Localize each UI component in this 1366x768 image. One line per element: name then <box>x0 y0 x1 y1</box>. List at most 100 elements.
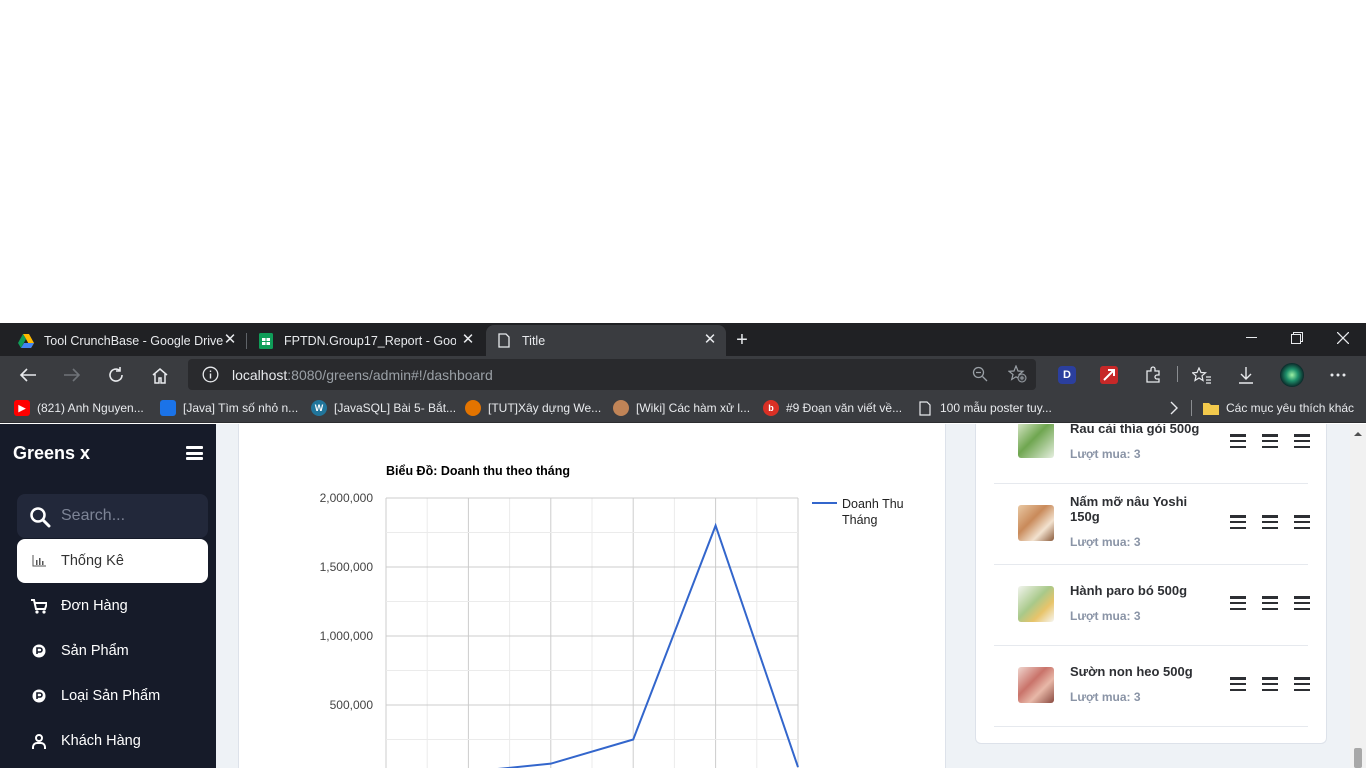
extension-d-icon[interactable]: D <box>1054 362 1080 388</box>
search-input[interactable] <box>61 506 201 526</box>
list-icon[interactable] <box>1294 596 1310 610</box>
sidebar-item-san-pham[interactable]: Sản Phẩm <box>17 629 208 673</box>
tab-title-active[interactable]: Title ✕ <box>486 325 726 356</box>
back-icon[interactable] <box>15 362 41 388</box>
list-icon[interactable] <box>1294 434 1310 448</box>
favorites-icon[interactable] <box>1189 362 1215 388</box>
product-name: Rau cải thìa gói 500g <box>1070 424 1200 436</box>
site-icon <box>465 400 481 416</box>
bookmarks-bar: ▶ (821) Anh Nguyen... [Java] Tìm số nhỏ … <box>0 393 1366 423</box>
list-icon[interactable] <box>1294 677 1310 691</box>
sidebar-item-label: Sản Phẩm <box>61 643 129 659</box>
list-icon[interactable] <box>1294 515 1310 529</box>
profile-avatar[interactable] <box>1279 362 1305 388</box>
tab-title: Tool CrunchBase - Google Drive <box>44 333 224 348</box>
bookmark-item[interactable]: [Wiki] Các hàm xử l... <box>613 399 750 417</box>
close-icon[interactable]: ✕ <box>702 332 718 348</box>
url-path: :8080/greens/admin#!/dashboard <box>287 367 493 383</box>
product-purchase-count: Lượt mua: 3 <box>1070 447 1141 461</box>
url-host: localhost <box>232 367 288 383</box>
product-thumbnail <box>1018 586 1054 622</box>
product-purchase-count: Lượt mua: 3 <box>1070 535 1141 549</box>
list-icon[interactable] <box>1262 596 1278 610</box>
list-icon[interactable] <box>1230 677 1246 691</box>
legend-label: Doanh Thu Tháng <box>842 497 904 527</box>
avatar-icon <box>613 400 629 416</box>
sidebar-item-don-hang[interactable]: Đơn Hàng <box>17 584 208 628</box>
bookmark-item[interactable]: 100 mẫu poster tuy... <box>917 399 1052 417</box>
product-purchase-count: Lượt mua: 3 <box>1070 609 1141 623</box>
extensions-puzzle-icon[interactable] <box>1140 362 1166 388</box>
product-name: Hành paro bó 500g <box>1070 583 1188 598</box>
forward-icon[interactable] <box>59 362 85 388</box>
scroll-up-icon[interactable] <box>1350 428 1366 440</box>
minimize-button[interactable] <box>1228 323 1274 353</box>
home-icon[interactable] <box>147 362 173 388</box>
google-drive-icon <box>18 333 34 349</box>
new-tab-button[interactable]: + <box>731 325 753 355</box>
revenue-chart-card: 2,000,000 1,500,000 1,000,000 500,000 Biểu Đ… <box>238 424 946 768</box>
product-icon <box>31 643 47 659</box>
top-products-card: Rau cải thìa gói 500g Lượt mua: 3 Nấm mỡ… <box>975 424 1327 744</box>
tab-sheets-report[interactable]: FPTDN.Group17_Report - Google ✕ <box>240 325 484 356</box>
address-bar[interactable]: localhost:8080/greens/admin#!/dashboard <box>188 359 1036 390</box>
bookmark-item[interactable]: [Java] Tìm số nhỏ n... <box>160 399 298 417</box>
page-icon <box>496 333 512 349</box>
close-window-button[interactable] <box>1320 323 1366 353</box>
brand-title: Greens x <box>13 443 91 463</box>
close-icon[interactable]: ✕ <box>222 332 238 348</box>
y-tick-label: 1,000,000 <box>320 629 374 643</box>
extension-red-icon[interactable] <box>1096 362 1122 388</box>
sidebar-search[interactable] <box>17 494 208 538</box>
youtube-icon: ▶ <box>14 400 30 416</box>
cart-icon <box>31 598 47 614</box>
info-icon[interactable] <box>202 366 219 388</box>
restore-button[interactable] <box>1274 323 1320 353</box>
list-icon[interactable] <box>1262 677 1278 691</box>
list-icon[interactable] <box>1230 515 1246 529</box>
list-icon[interactable] <box>1230 596 1246 610</box>
zoom-icon[interactable] <box>972 366 988 387</box>
search-icon <box>29 506 51 533</box>
bookmark-item[interactable]: W [JavaSQL] Bài 5- Bắt... <box>311 399 456 417</box>
sidebar-item-khach-hang[interactable]: Khách Hàng <box>17 719 208 763</box>
y-tick-label: 500,000 <box>330 698 374 712</box>
sidebar-item-thong-ke[interactable]: Thống Kê <box>17 539 208 583</box>
list-icon[interactable] <box>1262 515 1278 529</box>
bookmark-item[interactable]: ▶ (821) Anh Nguyen... <box>14 399 144 417</box>
menu-toggle-icon[interactable] <box>186 446 203 460</box>
sidebar-item-label: Loại Sản Phẩm <box>61 688 161 704</box>
screen: Tool CrunchBase - Google Drive ✕ FPTDN.G… <box>0 0 1366 768</box>
page-scrollbar[interactable] <box>1350 424 1366 768</box>
list-icon[interactable] <box>1230 434 1246 448</box>
y-tick-label: 2,000,000 <box>320 491 374 505</box>
bookmark-item[interactable]: b #9 Đoạn văn viết về... <box>763 399 902 417</box>
close-icon[interactable]: ✕ <box>460 332 476 348</box>
y-tick-label: 1,500,000 <box>320 560 374 574</box>
tab-title: FPTDN.Group17_Report - Google <box>284 333 456 348</box>
scrollbar-thumb[interactable] <box>1354 748 1362 768</box>
product-thumbnail <box>1018 505 1054 541</box>
chevron-right-icon[interactable] <box>1169 399 1179 417</box>
bookmark-item[interactable]: [TUT]Xây dựng We... <box>465 399 601 417</box>
downloads-icon[interactable] <box>1233 362 1259 388</box>
product-purchase-count: Lượt mua: 3 <box>1070 690 1141 704</box>
chart-title: Biểu Đồ: Doanh thu theo tháng <box>386 464 570 478</box>
list-item: Nấm mỡ nâu Yoshi 150g Lượt mua: 3 <box>994 484 1310 565</box>
reload-icon[interactable] <box>103 362 129 388</box>
list-icon[interactable] <box>1262 434 1278 448</box>
browser-toolbar: localhost:8080/greens/admin#!/dashboard … <box>0 356 1366 393</box>
wordpress-icon: W <box>311 400 327 416</box>
bar-chart-icon <box>31 553 47 569</box>
list-item: Hành paro bó 500g Lượt mua: 3 <box>994 565 1310 646</box>
google-sheets-icon <box>258 332 274 349</box>
list-item: Sườn non heo 500g Lượt mua: 3 <box>994 646 1310 727</box>
tab-google-drive[interactable]: Tool CrunchBase - Google Drive ✕ <box>0 325 246 356</box>
page-viewport: Greens x Thống Kê Đơn Hàng <box>0 424 1366 768</box>
sidebar-item-loai-san-pham[interactable]: Loại Sản Phẩm <box>17 674 208 718</box>
add-favorite-icon[interactable] <box>1007 364 1027 388</box>
other-favorites-folder[interactable]: Các mục yêu thích khác <box>1203 399 1354 417</box>
product-name: Sườn non heo 500g <box>1070 664 1193 679</box>
user-icon <box>31 733 47 749</box>
more-menu-icon[interactable] <box>1325 362 1351 388</box>
